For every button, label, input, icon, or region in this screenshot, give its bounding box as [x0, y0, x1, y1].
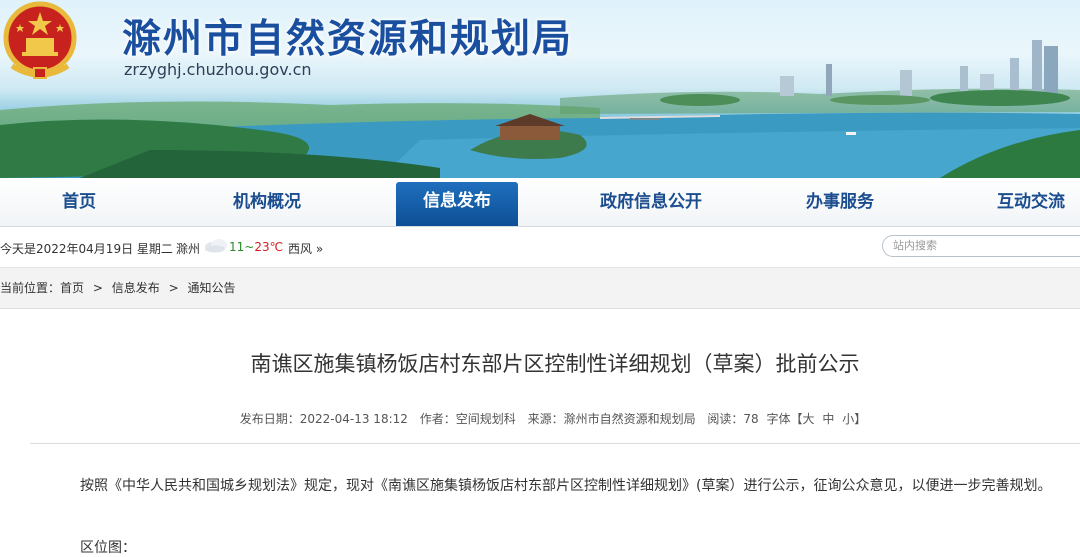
font-size-large-button[interactable]: 大 [803, 412, 815, 426]
breadcrumb-separator: > [92, 281, 103, 295]
publish-date: 发布日期：2022-04-13 18:12 [239, 412, 408, 426]
info-bar: 今天是2022年04月19日 星期二 滁州 11~23℃ 西风 » 站内搜索 [0, 227, 1080, 268]
nav-news[interactable]: 信息发布 [396, 182, 518, 226]
breadcrumb-separator: > [168, 281, 179, 295]
weather-city: 滁州 [176, 242, 201, 256]
cloudy-weather-icon [205, 239, 227, 253]
meta-divider [30, 443, 1080, 444]
font-size-medium-button[interactable]: 中 [822, 412, 834, 426]
site-domain: zrzyghj.chuzhou.gov.cn [124, 60, 312, 79]
font-size-label: 字体【 [766, 412, 803, 426]
article-meta: 发布日期：2022-04-13 18:12 作者：空间规划科 来源：滁州市自然资… [0, 410, 1080, 427]
read-count: 阅读：78 [707, 412, 759, 426]
nav-services[interactable]: 办事服务 [792, 178, 888, 226]
breadcrumb: 当前位置：首页 > 信息发布 > 通知公告 [0, 268, 1080, 309]
breadcrumb-notices[interactable]: 通知公告 [187, 281, 235, 295]
article-paragraph: 按照《中华人民共和国城乡规划法》规定，现对《南谯区施集镇杨饭店村东部片区控制性详… [80, 478, 1052, 494]
article-source: 来源：滁州市自然资源和规划局 [527, 412, 696, 426]
weather-temperature: 11~23℃ [229, 240, 284, 254]
nav-home[interactable]: 首页 [40, 178, 118, 226]
breadcrumb-news[interactable]: 信息发布 [112, 281, 160, 295]
font-size-small-button[interactable]: 小 [842, 412, 854, 426]
header-banner: 滁州市自然资源和规划局 zrzyghj.chuzhou.gov.cn [0, 0, 1080, 178]
breadcrumb-prefix: 当前位置： [0, 281, 61, 295]
site-title[interactable]: 滁州市自然资源和规划局 [122, 8, 573, 64]
weather-wind[interactable]: 西风 » [288, 240, 323, 257]
main-nav: 首页 机构概况 信息发布 政府信息公开 办事服务 互动交流 [0, 178, 1080, 227]
article-author: 作者：空间规划科 [419, 412, 516, 426]
site-search-input[interactable]: 站内搜索 [882, 235, 1080, 257]
breadcrumb-home[interactable]: 首页 [60, 281, 84, 295]
nav-about[interactable]: 机构概况 [212, 178, 322, 226]
nav-gov-info[interactable]: 政府信息公开 [586, 178, 716, 226]
national-emblem-icon [3, 1, 77, 79]
font-size-label-close: 】 [854, 412, 867, 426]
nav-interaction[interactable]: 互动交流 [986, 178, 1076, 226]
date-text: 今天是2022年04月19日 星期二 [0, 242, 173, 256]
article-title: 南谯区施集镇杨饭店村东部片区控制性详细规划（草案）批前公示 [250, 352, 860, 376]
location-map-heading: 区位图： [80, 540, 136, 556]
